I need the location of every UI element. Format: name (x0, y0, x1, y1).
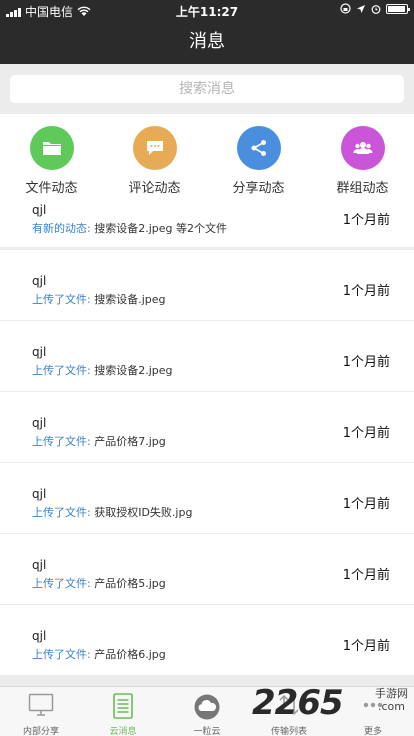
message-time: 1个月前 (342, 355, 390, 370)
watermark-logo: 2265 手游网 .com (252, 683, 410, 733)
category-label: 文件动态 (25, 181, 78, 196)
message-file: 搜索设备2.jpeg (94, 364, 173, 377)
battery-icon (386, 3, 410, 14)
status-bar: 中国电信 上午11:27 (0, 0, 414, 20)
message-detail: 上传了文件: 获取授权ID失败.jpg (32, 504, 192, 520)
share-icon (236, 126, 281, 170)
message-user: qjl (32, 345, 47, 359)
message-user: qjl (32, 416, 47, 430)
watermark-text: 手游网 .com (375, 687, 408, 713)
list-item[interactable]: qjl 上传了文件: 搜索设备2.jpeg 1个月前 (0, 321, 414, 391)
message-detail: 上传了文件: 产品价格7.jpg (32, 433, 166, 449)
category-row: 文件动态 评论动态 分享动态 群组动态 (0, 114, 414, 200)
message-time: 1个月前 (342, 639, 390, 654)
list-item[interactable]: qjl 上传了文件: 获取授权ID失败.jpg 1个月前 (0, 463, 414, 533)
message-file: 产品价格6.jpg (94, 648, 166, 661)
category-share-activity[interactable]: 分享动态 (207, 126, 310, 196)
message-time: 1个月前 (342, 426, 390, 441)
message-time: 1个月前 (342, 213, 390, 228)
alarm-icon (371, 4, 381, 14)
message-time: 1个月前 (342, 284, 390, 299)
message-detail: 有新的动态: 搜索设备2.jpeg 等2个文件 (32, 220, 227, 236)
tab-cloud-message[interactable]: 云消息 (82, 687, 164, 736)
category-file-activity[interactable]: 文件动态 (0, 126, 103, 196)
list-item[interactable]: qjl 上传了文件: 搜索设备.jpeg 1个月前 (0, 250, 414, 320)
list-item[interactable]: qjl 上传了文件: 产品价格6.jpg 1个月前 (0, 605, 414, 675)
group-icon (340, 126, 385, 170)
category-label: 分享动态 (232, 181, 285, 196)
message-detail: 上传了文件: 搜索设备.jpeg (32, 291, 166, 307)
tab-label: 云消息 (109, 727, 137, 736)
message-detail: 上传了文件: 搜索设备2.jpeg (32, 362, 173, 378)
message-action: 上传了文件: (32, 435, 91, 448)
message-detail: 上传了文件: 产品价格5.jpg (32, 575, 166, 591)
message-list: qjl 有新的动态: 搜索设备2.jpeg 等2个文件 1个月前 qjl 上传了… (0, 200, 414, 686)
message-user: qjl (32, 558, 47, 572)
list-item[interactable]: qjl 上传了文件: 产品价格7.jpg 1个月前 (0, 392, 414, 462)
rotation-lock-icon (340, 3, 351, 14)
message-action: 上传了文件: (32, 293, 91, 306)
message-detail: 上传了文件: 产品价格6.jpg (32, 646, 166, 662)
page-title: 消息 (189, 31, 225, 52)
message-action: 上传了文件: (32, 506, 91, 519)
message-action: 上传了文件: (32, 648, 91, 661)
tab-label: 一粒云 (193, 727, 221, 736)
message-action: 有新的动态: (32, 222, 91, 235)
category-group-activity[interactable]: 群组动态 (311, 126, 414, 196)
message-action: 上传了文件: (32, 577, 91, 590)
monitor-icon (28, 693, 54, 716)
message-action: 上传了文件: (32, 364, 91, 377)
category-label: 群组动态 (336, 181, 389, 196)
message-user: qjl (32, 274, 47, 288)
cloud-icon (194, 694, 220, 720)
message-user: qjl (32, 487, 47, 501)
folder-icon (29, 126, 74, 170)
tab-label: 内部分享 (22, 727, 59, 736)
search-bar: 搜索消息 (0, 64, 414, 114)
message-file: 搜索设备.jpeg (94, 293, 166, 306)
message-user: qjl (32, 203, 47, 217)
message-user: qjl (32, 629, 47, 643)
search-input[interactable]: 搜索消息 (10, 75, 404, 103)
message-file: 产品价格7.jpg (94, 435, 166, 448)
category-comment-activity[interactable]: 评论动态 (103, 126, 206, 196)
message-list-icon (113, 693, 133, 719)
tab-internal-share[interactable]: 内部分享 (0, 687, 82, 736)
category-label: 评论动态 (128, 181, 181, 196)
message-time: 1个月前 (342, 497, 390, 512)
list-item[interactable]: qjl 有新的动态: 搜索设备2.jpeg 等2个文件 1个月前 (0, 200, 414, 247)
location-icon (357, 4, 365, 13)
comment-icon (132, 126, 177, 170)
message-time: 1个月前 (342, 568, 390, 583)
message-file: 获取授权ID失败.jpg (94, 506, 193, 519)
watermark-number: 2265 (252, 683, 344, 723)
tab-yili-cloud[interactable]: 一粒云 (166, 687, 248, 736)
list-item[interactable]: qjl 上传了文件: 产品价格5.jpg 1个月前 (0, 534, 414, 604)
message-file: 产品价格5.jpg (94, 577, 166, 590)
message-file: 搜索设备2.jpeg 等2个文件 (94, 222, 227, 235)
nav-bar: 消息 (0, 20, 414, 64)
